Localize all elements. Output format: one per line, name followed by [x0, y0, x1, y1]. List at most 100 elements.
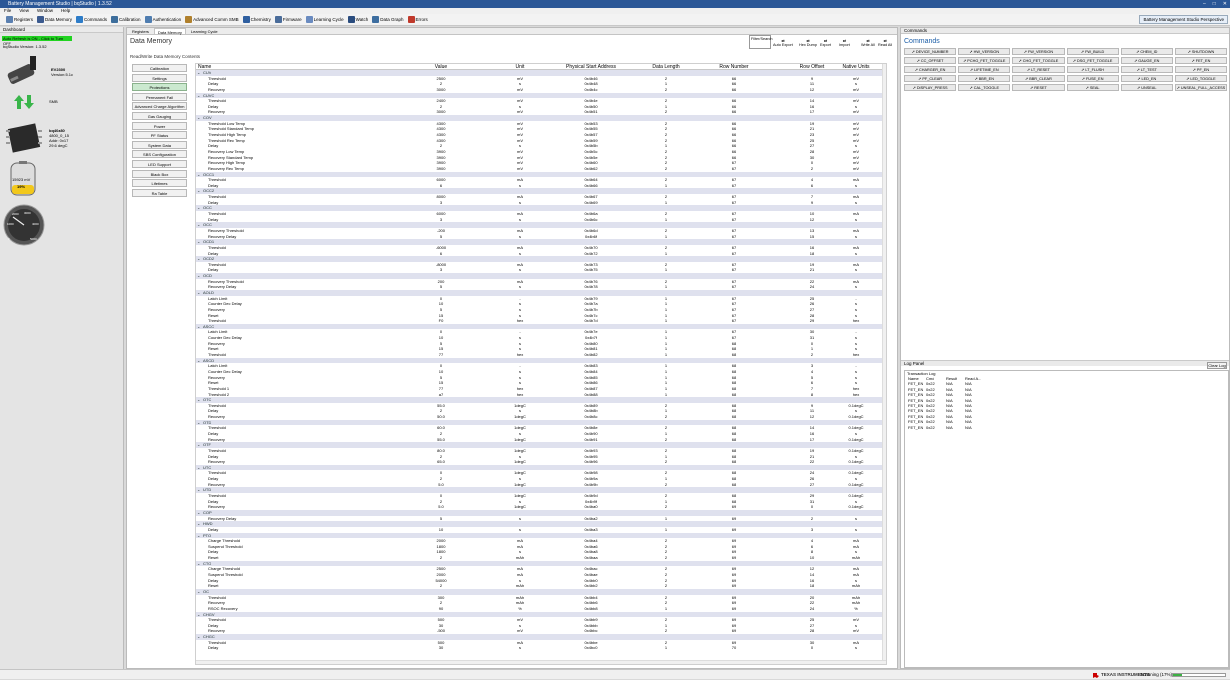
cmd-display-press-button[interactable]: ➚ DISPLAY_PRESS	[904, 84, 957, 91]
cmd-unseal-button[interactable]: ➚ UNSEAL	[1120, 84, 1173, 91]
category-ra-table[interactable]: Ra Table	[132, 188, 187, 197]
toolbar-chemistry-button[interactable]: Chemistry	[242, 16, 271, 23]
category-system-data[interactable]: System Data	[132, 140, 187, 149]
cmd-gauge-en-button[interactable]: ➚ GAUGE_EN	[1120, 57, 1173, 64]
action-label: Auto Export	[773, 43, 793, 47]
toolbar-calibration-button[interactable]: Calibration	[111, 16, 141, 23]
log-cell: 0x22	[926, 424, 935, 430]
cmd-bbr-en-button[interactable]: ➚ BBR_EN	[958, 75, 1011, 82]
cmd-fet-en-button[interactable]: ➚ FET_EN	[1174, 57, 1227, 64]
category-advanced-charge-algorithm[interactable]: Advanced Charge Algorithm	[132, 102, 187, 111]
action-import-button[interactable]: ⇄ Import	[839, 38, 850, 47]
action-export-button[interactable]: ⇄ Export	[820, 38, 831, 47]
perspective-button[interactable]: Battery Management Studio Perspective	[1139, 15, 1228, 24]
category-protections[interactable]: Protections	[132, 83, 187, 92]
tab-data-memory[interactable]: Data Memory	[153, 28, 186, 35]
cmd-led-toggle-button[interactable]: ➚ LED_TOGGLE	[1174, 75, 1227, 82]
cmd-pf-clear-button[interactable]: ➚ PF_CLEAR	[904, 75, 957, 82]
toolbar-advanced-comm-button[interactable]: Advanced Comm SMB	[185, 16, 239, 23]
cmd-chg-fet-toggle-button[interactable]: ➚ CHG_FET_TOGGLE	[1012, 57, 1065, 64]
cmd-led-en-button[interactable]: ➚ LED_EN	[1120, 75, 1173, 82]
vertical-scrollbar[interactable]	[882, 64, 886, 664]
toolbar-commands-button[interactable]: Commands	[76, 16, 107, 23]
toolbar-data-memory-button[interactable]: Data Memory	[37, 16, 72, 23]
tab-registers[interactable]: Registers	[129, 28, 152, 34]
toolbar-label: Authentication	[152, 17, 182, 22]
minimize-button[interactable]: –	[1203, 0, 1206, 8]
cmd-pchg-fet-toggle-button[interactable]: ➚ PCHG_FET_TOGGLE	[958, 57, 1011, 64]
ev2300-icon	[7, 56, 36, 84]
horizontal-scrollbar[interactable]	[196, 660, 886, 664]
category-gas-gauging[interactable]: Gas Gauging	[132, 111, 187, 120]
cmd-fw-build-button[interactable]: ➚ FW_BUILD	[1066, 48, 1119, 55]
tab-learning-cycle[interactable]: Learning Cycle	[188, 28, 221, 34]
cmd-lt-reset-button[interactable]: ➚ LT_RESET	[1012, 66, 1065, 73]
toolbar-data-graph-button[interactable]: Data Graph	[372, 16, 404, 23]
log-cell: N/A	[965, 424, 972, 430]
action-auto-export-button[interactable]: ⇄ Auto Export	[773, 38, 793, 47]
toolbar-authentication-button[interactable]: Authentication	[144, 16, 182, 23]
toolbar-learning-cycle-button[interactable]: Learning Cycle	[305, 16, 344, 23]
cmd-lt-flush-button[interactable]: ➚ LT_FLUSH	[1066, 66, 1119, 73]
toolbar-firmware-button[interactable]: Firmware	[274, 16, 302, 23]
authentication-icon	[144, 16, 152, 23]
commands-panel: Commands Commands ➚ DEVICE_NUMBER ➚ HW_VE…	[900, 27, 1230, 669]
cmd-dsg-fet-toggle-button[interactable]: ➚ DSG_FET_TOGGLE	[1066, 57, 1119, 64]
table-row[interactable]: Delay 30 s 0x4bc0 1 70 0 s	[196, 645, 886, 651]
cmd-seal-button[interactable]: ➚ SEAL	[1066, 84, 1119, 91]
dashboard-tab[interactable]: Dashboard	[0, 27, 123, 33]
data-memory-table: Name Value Unit Physical Start Address Data …	[195, 63, 887, 665]
cmd-reset-button[interactable]: ➚ RESET	[1012, 84, 1065, 91]
cmd-lifetime-en-button[interactable]: ➚ LIFETIME_EN	[958, 66, 1011, 73]
category-permanent-fail[interactable]: Permanent Fail	[132, 92, 187, 101]
toolbar-label: Registers	[14, 17, 34, 22]
action-label: Hex Dump	[799, 43, 817, 47]
cmd-bbr-clear-button[interactable]: ➚ BBR_CLEAR	[1012, 75, 1065, 82]
log-table: Name Cmd Result Read A... FET_EN 0x22 N/A N/A FE…	[905, 376, 1228, 430]
cmd-hw-version-button[interactable]: ➚ HW_VERSION	[958, 48, 1011, 55]
category-sbs-configuration[interactable]: SBS Configuration	[132, 150, 187, 159]
log-panel-header: Log Panel	[901, 360, 1229, 366]
auto-refresh-toggle[interactable]: Auto Refresh is ON - Click to Turn OFF	[2, 36, 72, 46]
category-calibration[interactable]: Calibration	[132, 64, 187, 72]
action-read-all-button[interactable]: ⇄ Read All	[878, 38, 892, 47]
clear-log-button[interactable]: Clear Log	[1207, 362, 1227, 369]
toolbar-watch-button[interactable]: Watch	[347, 16, 368, 23]
cmd-chem-id-button[interactable]: ➚ CHEM_ID	[1120, 48, 1173, 55]
cmd-fuse-en-button[interactable]: ➚ FUSE_EN	[1066, 75, 1119, 82]
battery-soc: 19%	[17, 184, 26, 189]
commands-tab[interactable]: Commands	[901, 28, 1229, 34]
action-write-all-button[interactable]: ⇄ Write All	[861, 38, 875, 47]
param-unit: s	[519, 645, 521, 651]
log-row[interactable]: FET_EN 0x22 N/A N/A	[905, 425, 1228, 430]
cmd-unseal-full-access-button[interactable]: ➚ UNSEAL_FULL_ACCESS	[1174, 84, 1227, 91]
category-list: Calibration Settings Protections Permanent …	[132, 64, 187, 198]
param-value[interactable]: 30	[396, 645, 486, 651]
maximize-button[interactable]: □	[1213, 0, 1216, 8]
category-led-support[interactable]: LED Support	[132, 159, 187, 168]
cmd-shutdown-button[interactable]: ➚ SHUTDOWN	[1174, 48, 1227, 55]
log-cell: N/A	[946, 424, 953, 430]
close-button[interactable]: ✕	[1223, 0, 1227, 8]
toolbar-errors-button[interactable]: Errors	[407, 16, 428, 23]
action-hex-dump-button[interactable]: ⇄ Hex Dump	[799, 38, 817, 47]
page-title: Data Memory	[130, 38, 173, 45]
category-black-box[interactable]: Black Box	[132, 169, 187, 178]
toolbar-registers-button[interactable]: Registers	[6, 16, 33, 23]
commands-title: Commands	[904, 38, 940, 45]
gauge-tick-label: 1000	[7, 222, 14, 226]
cmd-cal-toggle-button[interactable]: ➚ CAL_TOGGLE	[958, 84, 1011, 91]
category-power[interactable]: Power	[132, 121, 187, 130]
cmd-lt-test-button[interactable]: ➚ LT_TEST	[1120, 66, 1173, 73]
cmd-device-number-button[interactable]: ➚ DEVICE_NUMBER	[904, 48, 957, 55]
cmd-cc-offset-button[interactable]: ➚ CC_OFFSET	[904, 57, 957, 64]
toolbar-label: Firmware	[282, 17, 302, 22]
category-lifetimes[interactable]: Lifetimes	[132, 179, 187, 188]
cmd-fw-version-button[interactable]: ➚ FW_VERSION	[1012, 48, 1065, 55]
category-settings[interactable]: Settings	[132, 73, 187, 82]
dashboard-panel: Dashboard Auto Refresh is ON - Click to …	[0, 27, 124, 669]
category-pf-status[interactable]: PF Status	[132, 131, 187, 140]
cmd-charger-en-button[interactable]: ➚ CHARGER_EN	[904, 66, 957, 73]
filter-search-input[interactable]: Filter/Search	[749, 35, 773, 49]
cmd-pf-en-button[interactable]: ➚ PF_EN	[1174, 66, 1227, 73]
